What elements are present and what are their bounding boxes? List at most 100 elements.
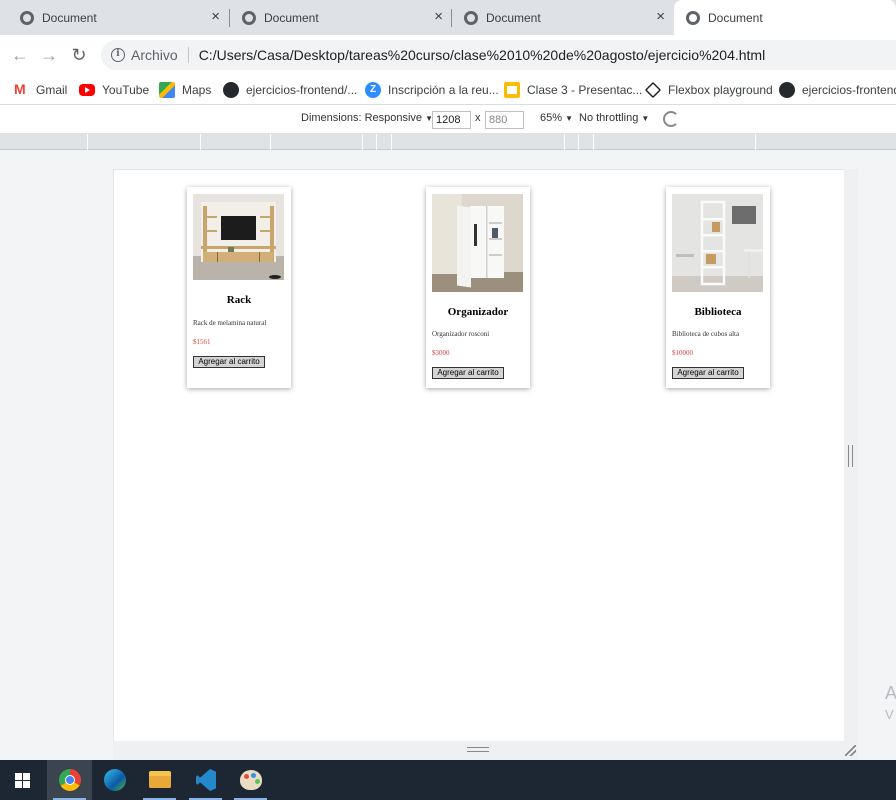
product-price: $1561 xyxy=(193,338,211,346)
tab-document-2[interactable]: Document × xyxy=(230,0,451,35)
ruler-tick xyxy=(270,134,271,150)
address-bar[interactable]: i Archivo C:/Users/Casa/Desktop/tareas%2… xyxy=(101,40,896,70)
ruler-tick xyxy=(391,134,392,150)
product-card-biblioteca: Biblioteca Biblioteca de cubos alta $100… xyxy=(666,187,770,388)
codepen-icon xyxy=(644,81,662,99)
product-card-rack: Rack Rack de melamina natural $1561 Agre… xyxy=(187,187,291,388)
add-to-cart-button[interactable]: Agregar al carrito xyxy=(193,356,265,368)
forward-arrow-icon[interactable]: → xyxy=(38,44,60,66)
github-icon xyxy=(779,82,795,98)
bookmark-flexbox[interactable]: Flexbox playground xyxy=(644,81,773,99)
tab-title: Document xyxy=(486,10,541,25)
zoom-dropdown[interactable]: 65% ▼ xyxy=(540,112,573,124)
media-query-ruler[interactable] xyxy=(0,134,896,150)
cube-bookcase-photo xyxy=(672,194,763,292)
close-icon[interactable]: × xyxy=(434,9,443,25)
bookmark-youtube[interactable]: YouTube xyxy=(79,82,149,98)
paint-icon xyxy=(240,770,262,790)
zoom-icon: Z xyxy=(365,82,381,98)
vscode-icon xyxy=(196,769,216,791)
dimensions-dropdown[interactable]: Dimensions: Responsive ▼ xyxy=(301,112,433,124)
ruler-tick xyxy=(593,134,594,150)
tab-document-4-active[interactable]: Document xyxy=(674,0,896,35)
back-arrow-icon[interactable]: ← xyxy=(9,44,31,66)
edge-icon xyxy=(104,769,126,791)
tab-document-3[interactable]: Document × xyxy=(452,0,673,35)
product-description: Organizador rosconi xyxy=(432,330,490,338)
bookmark-slides[interactable]: Clase 3 - Presentac... xyxy=(504,82,642,98)
omnibox-divider xyxy=(187,47,189,63)
youtube-icon xyxy=(79,84,95,96)
tv-rack-photo xyxy=(193,194,284,280)
product-title: Organizador xyxy=(447,306,509,318)
ruler-tick xyxy=(87,134,88,150)
windows-start-button[interactable] xyxy=(0,760,45,800)
bookmark-label: Inscripción a la reu... xyxy=(388,83,499,97)
chevron-down-icon: ▼ xyxy=(641,114,650,123)
ruler-tick xyxy=(564,134,565,150)
taskbar-vscode[interactable] xyxy=(183,760,228,800)
resize-handle-right[interactable] xyxy=(848,445,853,467)
info-icon[interactable]: i xyxy=(111,48,125,62)
product-title: Rack xyxy=(226,294,252,306)
tab-title: Document xyxy=(42,10,97,25)
taskbar-edge[interactable] xyxy=(92,760,137,800)
close-icon[interactable]: × xyxy=(211,9,220,25)
ruler-tick xyxy=(376,134,377,150)
add-to-cart-button[interactable]: Agregar al carrito xyxy=(672,367,744,379)
taskbar-file-explorer[interactable] xyxy=(137,760,182,800)
dimension-separator: x xyxy=(475,112,481,124)
maps-icon xyxy=(159,82,175,98)
bookmark-label: ejercicios-frontend xyxy=(802,83,896,97)
chevron-down-icon: ▼ xyxy=(565,114,574,123)
globe-icon xyxy=(464,10,478,25)
resize-corner-icon[interactable] xyxy=(845,745,856,756)
throttling-dropdown[interactable]: No throttling ▼ xyxy=(579,112,649,124)
chrome-icon xyxy=(59,769,81,791)
globe-icon xyxy=(20,10,34,25)
bookmark-github-1[interactable]: ejercicios-frontend/... xyxy=(223,82,357,98)
add-to-cart-button[interactable]: Agregar al carrito xyxy=(432,367,504,379)
taskbar xyxy=(0,760,896,800)
activation-watermark-sub: V xyxy=(885,707,894,722)
product-description: Rack de melamina natural xyxy=(193,319,267,327)
device-toolbar: Dimensions: Responsive ▼ 1208 x 880 65% … xyxy=(0,106,896,134)
taskbar-paint[interactable] xyxy=(228,760,273,800)
globe-icon xyxy=(242,10,256,25)
bookmark-label: Clase 3 - Presentac... xyxy=(527,83,643,97)
product-description: Biblioteca de cubos alta xyxy=(672,330,740,338)
bookmark-zoom[interactable]: Z Inscripción a la reu... xyxy=(365,82,499,98)
bookmark-label: Maps xyxy=(182,83,212,97)
resize-handle-bottom[interactable] xyxy=(467,747,489,752)
taskbar-chrome[interactable] xyxy=(47,760,92,800)
width-input[interactable]: 1208 xyxy=(432,111,471,129)
bookmark-github-2[interactable]: ejercicios-frontend xyxy=(779,82,896,98)
ruler-tick xyxy=(578,134,579,150)
bookmark-label: Gmail xyxy=(36,83,68,97)
activation-watermark: A xyxy=(885,683,896,703)
bookmark-label: YouTube xyxy=(102,83,150,97)
bookmark-gmail[interactable]: Gmail xyxy=(13,81,68,98)
url-text[interactable]: C:/Users/Casa/Desktop/tareas%20curso/cla… xyxy=(199,47,766,63)
tab-title: Document xyxy=(264,10,319,25)
height-input[interactable]: 880 xyxy=(485,111,524,129)
rotate-icon[interactable] xyxy=(663,111,679,127)
slides-icon xyxy=(504,82,520,98)
browser-toolbar: ← → ↻ i Archivo C:/Users/Casa/Desktop/ta… xyxy=(0,35,896,75)
tab-strip: Document × Document × Document × Documen… xyxy=(0,0,896,35)
product-price: $10000 xyxy=(672,349,693,357)
product-title: Biblioteca xyxy=(694,306,742,318)
ruler-tick xyxy=(755,134,756,150)
zoom-label: 65% xyxy=(540,112,563,124)
bookmark-maps[interactable]: Maps xyxy=(159,82,211,98)
tab-document-1[interactable]: Document × xyxy=(0,0,228,35)
reload-icon[interactable]: ↻ xyxy=(68,44,90,66)
product-price: $3000 xyxy=(432,349,450,357)
organizer-cabinet-photo xyxy=(432,194,523,292)
tab-title: Document xyxy=(708,10,763,25)
github-icon xyxy=(223,82,239,98)
close-icon[interactable]: × xyxy=(656,9,665,25)
product-card-organizador: Organizador Organizador rosconi $3000 Ag… xyxy=(426,187,530,388)
throttling-label: No throttling xyxy=(579,112,639,124)
file-explorer-icon xyxy=(149,771,171,788)
